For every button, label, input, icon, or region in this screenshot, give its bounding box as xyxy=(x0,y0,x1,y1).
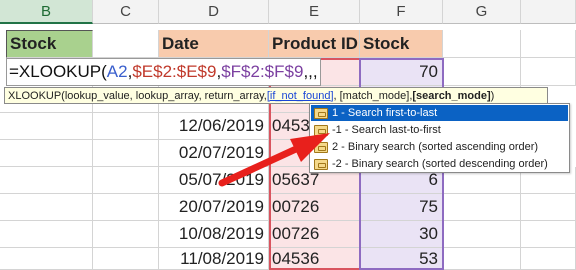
cell-h1[interactable] xyxy=(521,30,576,58)
enum-icon xyxy=(314,124,328,136)
column-header-c[interactable]: C xyxy=(93,0,159,24)
cell-g[interactable] xyxy=(443,221,521,248)
cell-g2[interactable] xyxy=(443,58,521,86)
cell-date[interactable]: 12/06/2019 xyxy=(159,113,269,140)
function-argument-tooltip[interactable]: XLOOKUP(lookup_value, lookup_array, retu… xyxy=(4,87,548,104)
cell-b[interactable] xyxy=(0,167,93,194)
cell-date[interactable]: 10/08/2019 xyxy=(159,221,269,248)
cell-date[interactable]: 02/07/2019 xyxy=(159,140,269,167)
cell-g1[interactable] xyxy=(443,30,521,58)
dropdown-item-label: -1 - Search last-to-first xyxy=(332,124,441,136)
cell-h[interactable] xyxy=(521,248,576,270)
formula-function: =XLOOKUP( xyxy=(9,62,107,81)
column-header-d[interactable]: D xyxy=(159,0,269,24)
dropdown-item[interactable]: -2 - Binary search (sorted descending or… xyxy=(311,156,568,172)
cell-c[interactable] xyxy=(93,194,159,221)
cell-b[interactable] xyxy=(0,248,93,270)
formula-lookup-value: A2 xyxy=(106,62,128,81)
tooltip-current-argument[interactable]: [if_not_found] xyxy=(267,90,334,102)
cell-g[interactable] xyxy=(443,248,521,270)
cell-c[interactable] xyxy=(93,113,159,140)
cell-b[interactable] xyxy=(0,113,93,140)
cell-f2[interactable]: 70 xyxy=(360,58,443,86)
column-header-f[interactable]: F xyxy=(360,0,443,24)
header-cell-date[interactable]: Date xyxy=(159,30,269,58)
cell-h[interactable] xyxy=(521,221,576,248)
dropdown-item-label: 1 - Search first-to-last xyxy=(332,107,438,119)
cell-stock[interactable]: 53 xyxy=(360,248,443,270)
cell-b[interactable] xyxy=(0,221,93,248)
cell-date[interactable]: 11/08/2019 xyxy=(159,248,269,270)
cell-c[interactable] xyxy=(93,167,159,194)
header-cell-stock-b[interactable]: Stock xyxy=(6,30,93,58)
cell-product-id[interactable]: 04536 xyxy=(269,248,360,270)
cell-b[interactable] xyxy=(0,140,93,167)
enum-icon xyxy=(314,141,328,153)
tooltip-optional-args: , [match_mode], xyxy=(333,89,413,102)
cell-date[interactable]: 20/07/2019 xyxy=(159,194,269,221)
cell-h[interactable] xyxy=(521,194,576,221)
dropdown-item[interactable]: 2 - Binary search (sorted ascending orde… xyxy=(311,139,568,155)
formula-trailing-commas: ,,, xyxy=(303,62,318,81)
column-header-b[interactable]: B xyxy=(0,0,93,24)
search-mode-dropdown[interactable]: 1 - Search first-to-last -1 - Search las… xyxy=(309,103,570,173)
cell-c[interactable] xyxy=(93,140,159,167)
cell-product-id[interactable]: 00726 xyxy=(269,194,360,221)
spreadsheet: B C D E F G Stock Date Product ID Stock … xyxy=(0,0,576,270)
header-cell-stock-f[interactable]: Stock xyxy=(360,30,443,58)
tooltip-signature: XLOOKUP(lookup_value, lookup_array, retu… xyxy=(8,89,267,102)
formula-return-array: $F$2:$F$9 xyxy=(221,62,304,81)
tooltip-search-mode[interactable]: [search_mode] xyxy=(412,90,490,102)
column-header-e[interactable]: E xyxy=(269,0,360,24)
formula-input[interactable]: =XLOOKUP(A2, $E$2:$E$9, $F$2:$F$9,,, xyxy=(6,58,321,86)
dropdown-item-label: -2 - Binary search (sorted descending or… xyxy=(332,158,548,170)
cell-g[interactable] xyxy=(443,194,521,221)
cell-product-id[interactable]: 00726 xyxy=(269,221,360,248)
cell-h2[interactable] xyxy=(521,58,576,86)
enum-icon xyxy=(314,158,328,170)
tooltip-close-paren: ) xyxy=(490,89,495,102)
dropdown-item[interactable]: -1 - Search last-to-first xyxy=(311,122,568,138)
cell-stock[interactable]: 30 xyxy=(360,221,443,248)
dropdown-item-label: 2 - Binary search (sorted ascending orde… xyxy=(332,141,539,153)
cell-c1[interactable] xyxy=(93,30,159,58)
dropdown-item[interactable]: 1 - Search first-to-last xyxy=(311,105,568,121)
cell-b[interactable] xyxy=(0,194,93,221)
cell-c[interactable] xyxy=(93,221,159,248)
enum-icon xyxy=(314,107,328,119)
header-cell-product-id[interactable]: Product ID xyxy=(269,30,360,58)
column-header-blank xyxy=(521,0,576,24)
cell-c[interactable] xyxy=(93,248,159,270)
formula-lookup-array: $E$2:$E$9 xyxy=(132,62,217,81)
column-header-g[interactable]: G xyxy=(443,0,521,24)
cell-date[interactable]: 05/07/2019 xyxy=(159,167,269,194)
cell-stock[interactable]: 75 xyxy=(360,194,443,221)
